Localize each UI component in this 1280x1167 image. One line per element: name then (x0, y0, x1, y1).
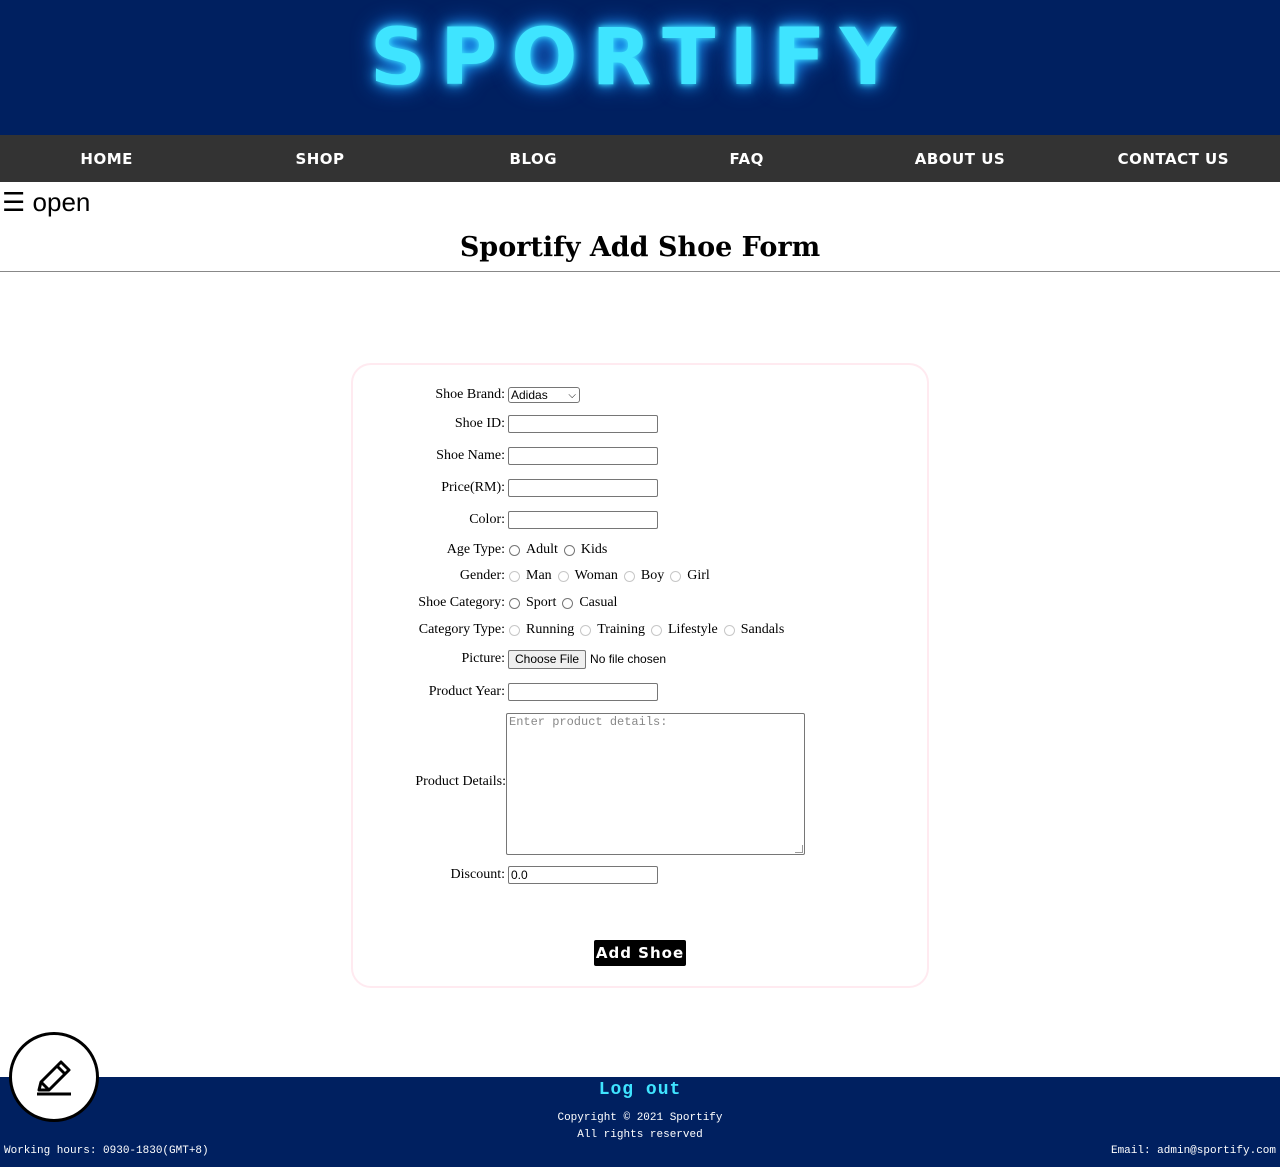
resize-handle-icon[interactable] (795, 845, 803, 853)
shoe-brand-select[interactable]: Adidas ⌵ (508, 387, 580, 403)
category-casual-label: Casual (579, 595, 618, 610)
copyright: Copyright © 2021 Sportify All rights res… (0, 1110, 1280, 1144)
nav-shop[interactable]: SHOP (213, 135, 426, 182)
type-sandals-radio[interactable] (723, 624, 735, 636)
nav-blog[interactable]: BLOG (427, 135, 640, 182)
page-title: Sportify Add Shoe Form (459, 232, 821, 263)
age-kids-label: Kids (580, 542, 608, 557)
shoe-brand-row: Shoe Brand: Adidas ⌵ (351, 383, 929, 407)
type-training-label: Training (597, 622, 645, 637)
working-hours: Working hours: 0930-1830(GMT+8) (4, 1145, 209, 1157)
shoe-name-row: Shoe Name: (351, 444, 929, 468)
category-sport-label: Sport (526, 595, 557, 610)
product-year-input[interactable] (508, 683, 658, 701)
gender-boy-label: Boy (640, 568, 665, 583)
discount-row: Discount: 0.0 (351, 863, 929, 887)
nav-faq[interactable]: FAQ (640, 135, 853, 182)
gender-label: Gender: (459, 568, 505, 583)
age-kids-radio[interactable] (563, 544, 575, 556)
age-type-label: Age Type: (446, 542, 505, 557)
sidebar-open-button[interactable]: ☰ open (2, 186, 90, 218)
gender-woman-label: Woman (574, 568, 618, 583)
chevron-down-icon: ⌵ (568, 389, 576, 401)
category-type-label: Category Type: (418, 622, 505, 637)
price-row: Price(RM): (351, 476, 929, 500)
shoe-name-input[interactable] (508, 447, 658, 465)
type-running-radio[interactable] (509, 624, 520, 636)
gender-man-radio[interactable] (509, 570, 520, 582)
gender-boy-radio[interactable] (623, 570, 635, 582)
discount-label: Discount: (450, 867, 505, 882)
picture-label: Picture: (461, 651, 505, 666)
type-running-label: Running (526, 622, 575, 637)
nav-contact-us[interactable]: CONTACT US (1067, 135, 1280, 182)
site-header: SPORTIFY (0, 0, 1280, 135)
picture-row: Picture: Choose File No file chosen (351, 647, 929, 671)
nav-home[interactable]: HOME (0, 135, 213, 182)
product-year-row: Product Year: (351, 680, 929, 704)
type-lifestyle-label: Lifestyle (667, 622, 718, 637)
gender-girl-label: Girl (687, 568, 710, 583)
color-label: Color: (469, 512, 505, 527)
site-footer: Log out Copyright © 2021 Sportify All ri… (0, 1077, 1280, 1167)
copyright-line-2: All rights reserved (577, 1129, 703, 1141)
shoe-name-label: Shoe Name: (436, 448, 505, 463)
gender-woman-radio[interactable] (557, 570, 569, 582)
age-type-row: Age Type: Adult Kids (351, 538, 929, 562)
discount-input[interactable]: 0.0 (508, 866, 658, 884)
shoe-id-row: Shoe ID: (351, 412, 929, 436)
product-details-textarea[interactable]: Enter product details: (506, 713, 805, 855)
color-row: Color: (351, 508, 929, 532)
add-shoe-button[interactable]: Add Shoe (594, 940, 686, 966)
product-details-placeholder: Enter product details: (509, 715, 668, 729)
product-year-label: Product Year: (428, 684, 505, 699)
category-casual-radio[interactable] (562, 597, 574, 609)
shoe-category-label: Shoe Category: (418, 595, 505, 610)
type-lifestyle-radio[interactable] (650, 624, 662, 636)
gender-man-label: Man (526, 568, 552, 583)
pencil-icon (37, 1060, 71, 1096)
price-input[interactable] (508, 479, 658, 497)
gender-girl-radio[interactable] (670, 570, 682, 582)
shoe-category-row: Shoe Category: Sport Casual (351, 591, 929, 615)
shoe-id-input[interactable] (508, 415, 658, 433)
shoe-brand-label: Shoe Brand: (435, 387, 505, 402)
file-status: No file chosen (590, 652, 667, 666)
choose-file-button[interactable]: Choose File (508, 649, 587, 669)
title-divider (0, 271, 1280, 272)
logout-link[interactable]: Log out (0, 1080, 1280, 1100)
type-sandals-label: Sandals (740, 622, 785, 637)
product-details-label: Product Details: (415, 774, 506, 789)
contact-email: Email: admin@sportify.com (1110, 1145, 1276, 1157)
age-adult-label: Adult (526, 542, 558, 557)
nav-about-us[interactable]: ABOUT US (853, 135, 1066, 182)
site-logo[interactable]: SPORTIFY (0, 10, 1280, 106)
color-input[interactable] (508, 511, 658, 529)
gender-row: Gender: Man Woman Boy Girl (351, 564, 929, 588)
edit-button[interactable] (9, 1032, 99, 1122)
age-adult-radio[interactable] (509, 544, 520, 556)
category-type-row: Category Type: Running Training Lifestyl… (351, 618, 929, 642)
shoe-id-label: Shoe ID: (454, 416, 505, 431)
copyright-line-1: Copyright © 2021 Sportify (557, 1112, 723, 1124)
category-sport-radio[interactable] (509, 597, 520, 609)
type-training-radio[interactable] (580, 624, 592, 636)
main-nav: HOME SHOP BLOG FAQ ABOUT US CONTACT US (0, 135, 1280, 182)
price-label: Price(RM): (441, 480, 505, 495)
shoe-brand-selected: Adidas (511, 388, 548, 402)
